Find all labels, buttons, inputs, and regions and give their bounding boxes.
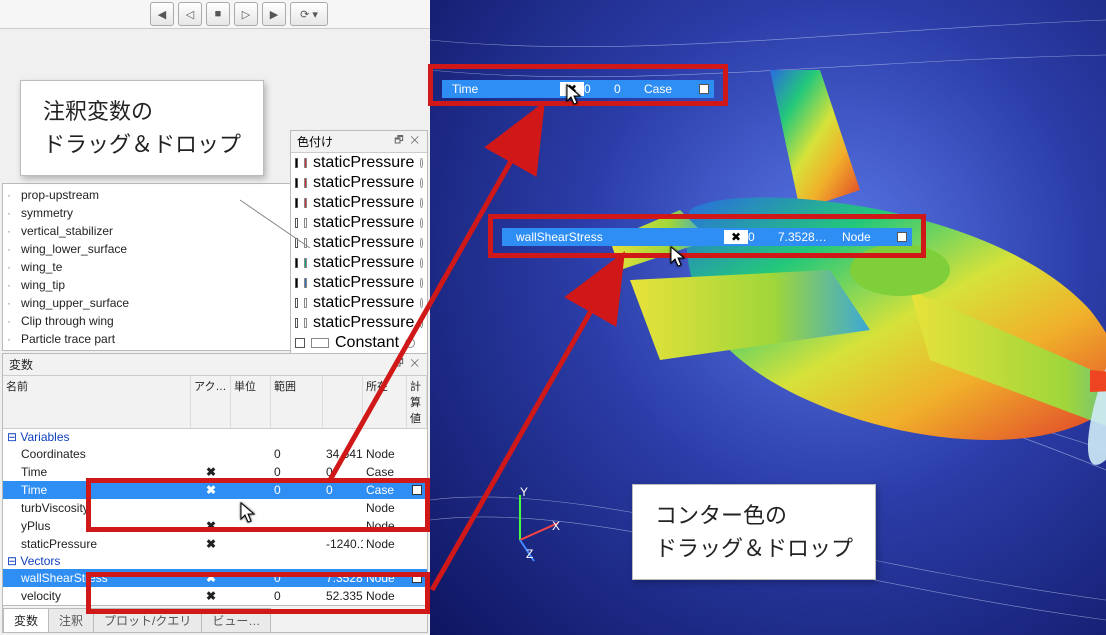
play-prev-button[interactable]: ◁ [178, 2, 202, 26]
column-header[interactable]: 所在 [363, 376, 407, 428]
color-row[interactable]: staticPressure [291, 313, 427, 333]
variables-panel-title: 変数 [9, 356, 33, 373]
loop-button[interactable]: ⟳ ▾ [290, 2, 328, 26]
color-label: staticPressure [313, 174, 414, 192]
coloring-panel: 色付け 🗗 ✕ staticPressure staticPressure stat… [290, 130, 428, 354]
panel-controls[interactable]: 🗗 ✕ [394, 133, 421, 150]
column-header[interactable] [323, 376, 363, 428]
color-label: staticPressure [313, 254, 414, 272]
color-row[interactable]: staticPressure [291, 273, 427, 293]
column-header[interactable]: 名前 [3, 376, 191, 428]
variable-row[interactable]: yPlus✖Node [3, 517, 427, 535]
panel-controls[interactable]: 🗗 ✕ [394, 356, 421, 373]
tab[interactable]: プロット/クエリ [93, 608, 202, 632]
tab[interactable]: 注釈 [48, 608, 94, 632]
column-header[interactable]: 単位 [231, 376, 271, 428]
column-header[interactable]: アク… [191, 376, 231, 428]
variable-row[interactable]: turbViscosityNode [3, 499, 427, 517]
color-label: staticPressure [313, 214, 414, 232]
play-first-button[interactable]: ◀ [150, 2, 174, 26]
variable-row[interactable]: Coordinates034.641Node [3, 445, 427, 463]
color-row[interactable]: staticPressure [291, 193, 427, 213]
play-last-button[interactable]: ▶ [262, 2, 286, 26]
axis-triad: Y X Z [490, 485, 570, 565]
color-row[interactable]: staticPressure [291, 293, 427, 313]
color-label: Constant [335, 334, 399, 352]
color-label: staticPressure [313, 194, 414, 212]
cursor-icon [670, 246, 688, 268]
variable-group[interactable]: ⊟ Variables [3, 429, 427, 445]
callout-annotation-drag: 注釈変数の ドラッグ＆ドロップ [20, 80, 264, 176]
variable-row[interactable]: staticPressure✖-1240.16 …Node [3, 535, 427, 553]
dropped-wss-row[interactable]: wallShearStress ✖ 0 7.3528… Node [502, 228, 912, 246]
color-label: staticPressure [313, 154, 414, 172]
tab[interactable]: 変数 [3, 608, 49, 632]
color-row[interactable]: staticPressure [291, 173, 427, 193]
color-row[interactable]: Constant [291, 333, 427, 353]
callout-contour-drag: コンター色の ドラッグ＆ドロップ [632, 484, 876, 580]
play-next-button[interactable]: ▷ [234, 2, 258, 26]
coloring-panel-title: 色付け [297, 133, 333, 150]
playback-toolbar: ◀ ◁ ■ ▷ ▶ ⟳ ▾ [0, 0, 430, 29]
color-row[interactable]: staticPressure [291, 233, 427, 253]
aircraft-model [570, 40, 1106, 560]
cursor-icon [566, 84, 584, 106]
color-row[interactable]: staticPressure [291, 213, 427, 233]
variable-row[interactable]: Time✖00Case [3, 463, 427, 481]
variable-group[interactable]: ⊟ Vectors [3, 553, 427, 569]
color-row[interactable]: staticPressure [291, 253, 427, 273]
color-label: staticPressure [313, 294, 414, 312]
variable-row[interactable]: velocity✖052.335…Node [3, 587, 427, 605]
play-stop-button[interactable]: ■ [206, 2, 230, 26]
variable-row[interactable]: Time✖00Case [3, 481, 427, 499]
cursor-icon [240, 502, 258, 524]
tab[interactable]: ビュー… [201, 608, 271, 632]
color-row[interactable]: staticPressure [291, 153, 427, 173]
variables-panel: 変数 🗗 ✕ 名前アク…単位範囲所在計算値 ⊟ VariablesCoordin… [2, 353, 428, 633]
column-header[interactable]: 計算値 [407, 376, 427, 428]
color-label: staticPressure [313, 274, 414, 292]
color-label: staticPressure [313, 314, 414, 332]
color-label: staticPressure [313, 234, 414, 252]
variable-row[interactable]: wallShearStress✖07.3528…Node [3, 569, 427, 587]
column-header[interactable]: 範囲 [271, 376, 323, 428]
